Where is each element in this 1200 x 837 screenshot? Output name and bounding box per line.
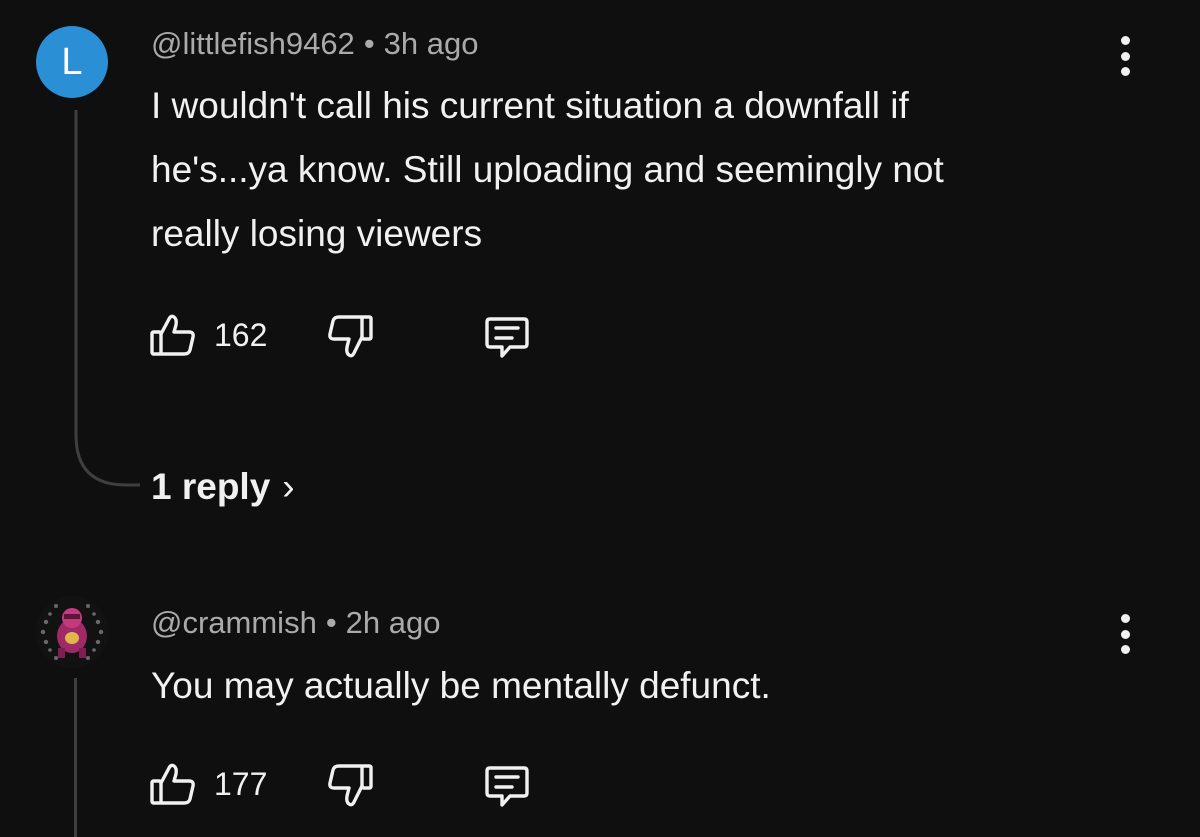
avatar[interactable]: L: [36, 26, 108, 98]
comment-text-line: he's...ya know. Still uploading and seem…: [151, 149, 944, 190]
comment-actions: 162: [148, 311, 568, 361]
thread-line: [74, 110, 140, 487]
comment-icon[interactable]: [482, 311, 532, 361]
comment: L @littlefish9462 • 3h ago I wouldn't call…: [0, 0, 1200, 540]
view-replies-link[interactable]: 1 reply ›: [151, 465, 295, 509]
like-count: 177: [214, 766, 268, 802]
timestamp: 2h ago: [345, 605, 441, 640]
comment-text: You may actually be mentally defunct.: [151, 654, 771, 718]
comment-text-line: I wouldn't call his current situation a …: [151, 85, 909, 126]
meta-separator: •: [363, 26, 375, 61]
timestamp: 3h ago: [383, 26, 479, 61]
like-count: 162: [214, 317, 268, 353]
comment-meta: @crammish • 2h ago: [151, 603, 441, 643]
comment-actions: 177: [148, 760, 568, 810]
thumbs-down-icon[interactable]: [325, 760, 375, 810]
comment-meta: @littlefish9462 • 3h ago: [151, 24, 479, 64]
author-handle[interactable]: @littlefish9462: [151, 26, 355, 61]
kebab-menu-icon[interactable]: [1108, 30, 1142, 82]
replies-label: 1 reply: [151, 466, 271, 507]
comment-text: I wouldn't call his current situation a …: [151, 74, 944, 266]
kebab-menu-icon[interactable]: [1108, 608, 1142, 660]
comment: @crammish • 2h ago You may actually be men…: [0, 560, 1200, 837]
author-handle[interactable]: @crammish: [151, 605, 317, 640]
thumbs-up-icon[interactable]: [148, 311, 198, 361]
profile-picture-icon: [36, 596, 108, 668]
thumbs-down-icon[interactable]: [325, 311, 375, 361]
chevron-right-icon: ›: [282, 466, 295, 507]
comment-text-line: really losing viewers: [151, 213, 483, 254]
comment-icon[interactable]: [482, 760, 532, 810]
thread-line: [74, 678, 77, 837]
meta-separator: •: [325, 605, 337, 640]
avatar[interactable]: [36, 596, 108, 668]
thumbs-up-icon[interactable]: [148, 760, 198, 810]
comment-text-line: You may actually be mentally defunct.: [151, 665, 771, 706]
